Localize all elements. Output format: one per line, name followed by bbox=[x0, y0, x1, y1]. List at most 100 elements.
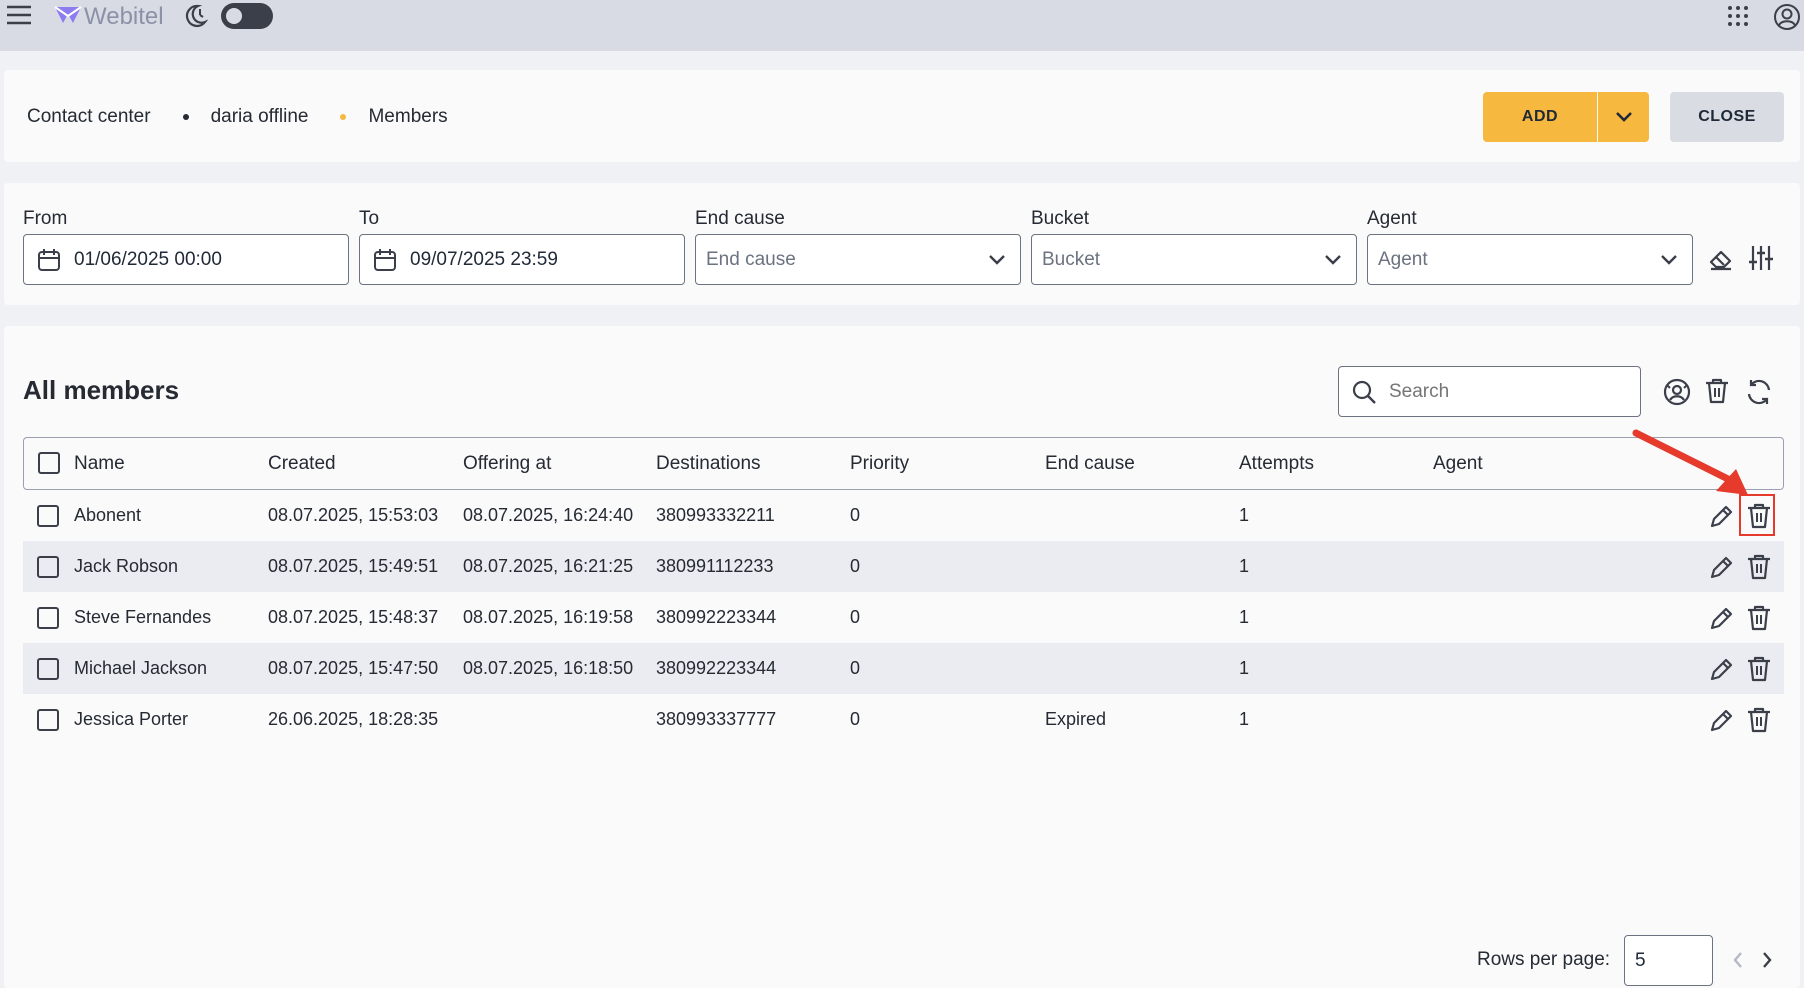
from-date-field[interactable]: 01/06/2025 00:00 bbox=[23, 234, 349, 285]
cell-end-cause bbox=[1045, 643, 1239, 694]
add-button[interactable]: ADD bbox=[1483, 92, 1597, 142]
column-header-end-cause[interactable]: End cause bbox=[1045, 437, 1239, 490]
end-cause-select[interactable]: End cause bbox=[695, 234, 1021, 285]
rows-per-page-select[interactable]: 5 bbox=[1624, 935, 1713, 986]
breadcrumb-item[interactable]: daria offline bbox=[211, 106, 309, 128]
chevron-right-icon[interactable] bbox=[1760, 950, 1774, 970]
row-checkbox[interactable] bbox=[37, 555, 59, 578]
refresh-icon[interactable] bbox=[1744, 377, 1774, 407]
status-toggle[interactable] bbox=[221, 3, 273, 29]
cell-agent bbox=[1433, 490, 1584, 541]
table-row[interactable]: Jessica Porter 26.06.2025, 18:28:35 380993… bbox=[23, 694, 1784, 745]
header-panel: Contact center daria offline Members ADD… bbox=[4, 70, 1800, 162]
cell-attempts: 1 bbox=[1239, 607, 1250, 627]
filter-settings-icon[interactable] bbox=[1748, 244, 1774, 272]
cell-destinations: 380991112233 bbox=[656, 541, 850, 592]
breadcrumb-separator bbox=[182, 114, 189, 120]
pencil-icon[interactable] bbox=[1708, 655, 1734, 683]
table-row[interactable]: Abonent 08.07.2025, 15:53:03 08.07.2025, 1… bbox=[23, 490, 1784, 541]
cell-offering-at: 08.07.2025, 16:21:25 bbox=[463, 541, 656, 592]
webitel-logo-icon bbox=[53, 4, 83, 26]
to-label: To bbox=[359, 208, 380, 229]
table-body: Abonent 08.07.2025, 15:53:03 08.07.2025, 1… bbox=[23, 490, 1784, 745]
column-header-agent[interactable]: Agent bbox=[1433, 437, 1584, 490]
row-actions-cell bbox=[1584, 592, 1784, 643]
row-checkbox[interactable] bbox=[37, 606, 59, 629]
cell-priority: 0 bbox=[850, 505, 861, 525]
select-all-checkbox[interactable] bbox=[38, 452, 60, 475]
column-header-attempts[interactable]: Attempts bbox=[1239, 437, 1433, 490]
row-select-cell bbox=[23, 490, 74, 541]
cell-destinations: 380993332211 bbox=[656, 505, 775, 525]
eraser-icon[interactable] bbox=[1707, 246, 1735, 272]
cell-agent bbox=[1433, 592, 1584, 643]
rows-per-page-label: Rows per page: bbox=[1477, 949, 1611, 970]
annotation-highlight-box bbox=[1739, 494, 1775, 536]
cell-end-cause bbox=[1045, 541, 1239, 592]
bucket-select[interactable]: Bucket bbox=[1031, 234, 1357, 285]
cell-offering-at: 08.07.2025, 16:19:58 bbox=[463, 607, 634, 627]
to-date-field[interactable]: 09/07/2025 23:59 bbox=[359, 234, 685, 285]
cell-offering-at: 08.07.2025, 16:24:40 bbox=[463, 505, 634, 525]
cell-created: 08.07.2025, 15:49:51 bbox=[268, 541, 463, 592]
column-header-name[interactable]: Name bbox=[74, 437, 268, 490]
cell-name: Steve Fernandes bbox=[74, 607, 212, 627]
table-row[interactable]: Jack Robson 08.07.2025, 15:49:51 08.07.202… bbox=[23, 541, 1784, 592]
column-header-created[interactable]: Created bbox=[268, 437, 463, 490]
to-date-value: 09/07/2025 23:59 bbox=[410, 248, 558, 270]
row-select-cell bbox=[23, 541, 74, 592]
bucket-label: Bucket bbox=[1031, 208, 1090, 229]
breadcrumb-item[interactable]: Contact center bbox=[27, 106, 151, 128]
menu-icon[interactable] bbox=[6, 3, 32, 27]
chevron-left-icon[interactable] bbox=[1731, 950, 1745, 970]
cell-name: Jessica Porter bbox=[74, 709, 189, 729]
phone-moon-icon[interactable] bbox=[182, 3, 208, 29]
trash-icon[interactable] bbox=[1746, 706, 1772, 734]
trash-icon[interactable] bbox=[1746, 604, 1772, 632]
members-table: Name Created Offering at Destinations Pr… bbox=[23, 437, 1784, 745]
cell-name: Michael Jackson bbox=[74, 643, 268, 694]
column-header-destinations[interactable]: Destinations bbox=[656, 437, 850, 490]
cell-agent bbox=[1433, 643, 1584, 694]
row-select-cell bbox=[23, 592, 74, 643]
row-actions-cell bbox=[1584, 541, 1784, 592]
row-checkbox[interactable] bbox=[37, 708, 59, 731]
add-dropdown-button[interactable] bbox=[1598, 92, 1649, 142]
cell-destinations: 380992223344 bbox=[656, 643, 850, 694]
pencil-icon[interactable] bbox=[1708, 553, 1734, 581]
cell-destinations: 380993337777 bbox=[656, 709, 777, 729]
table-row[interactable]: Steve Fernandes 08.07.2025, 15:48:37 08.07… bbox=[23, 592, 1784, 643]
cell-end-cause: Expired bbox=[1045, 709, 1107, 729]
search-input[interactable] bbox=[1389, 380, 1609, 403]
chevron-down-icon bbox=[1660, 254, 1678, 266]
search-field[interactable] bbox=[1338, 366, 1641, 417]
trash-icon[interactable] bbox=[1746, 655, 1772, 683]
trash-icon[interactable] bbox=[1746, 553, 1772, 581]
filters-panel: From 01/06/2025 00:00 To 09/07/2025 23:5… bbox=[4, 183, 1800, 305]
close-button[interactable]: CLOSE bbox=[1670, 92, 1784, 142]
table-row[interactable]: Michael Jackson 08.07.2025, 15:47:50 08.07… bbox=[23, 643, 1784, 694]
agent-label: Agent bbox=[1367, 208, 1417, 229]
pencil-icon[interactable] bbox=[1708, 502, 1734, 530]
row-checkbox[interactable] bbox=[37, 657, 59, 680]
add-button-label: ADD bbox=[1521, 108, 1559, 125]
account-icon[interactable] bbox=[1773, 3, 1801, 31]
pencil-icon[interactable] bbox=[1708, 604, 1734, 632]
rows-per-page-value: 5 bbox=[1635, 949, 1646, 971]
column-header-offering-at[interactable]: Offering at bbox=[463, 437, 656, 490]
close-button-label: CLOSE bbox=[1698, 108, 1756, 125]
row-checkbox[interactable] bbox=[37, 504, 59, 527]
trash-icon[interactable] bbox=[1704, 377, 1730, 405]
cell-offering-at bbox=[463, 694, 656, 745]
user-circle-icon[interactable] bbox=[1662, 377, 1692, 407]
annotation-arrow bbox=[1632, 429, 1748, 495]
pencil-icon[interactable] bbox=[1708, 706, 1734, 734]
apps-grid-icon[interactable] bbox=[1727, 5, 1749, 27]
page-title: All members bbox=[23, 375, 180, 405]
cell-attempts: 1 bbox=[1239, 505, 1250, 525]
agent-select[interactable]: Agent bbox=[1367, 234, 1693, 285]
cell-priority: 0 bbox=[850, 709, 861, 729]
end-cause-placeholder: End cause bbox=[706, 248, 796, 270]
calendar-icon bbox=[372, 247, 398, 273]
column-header-priority[interactable]: Priority bbox=[850, 437, 1045, 490]
